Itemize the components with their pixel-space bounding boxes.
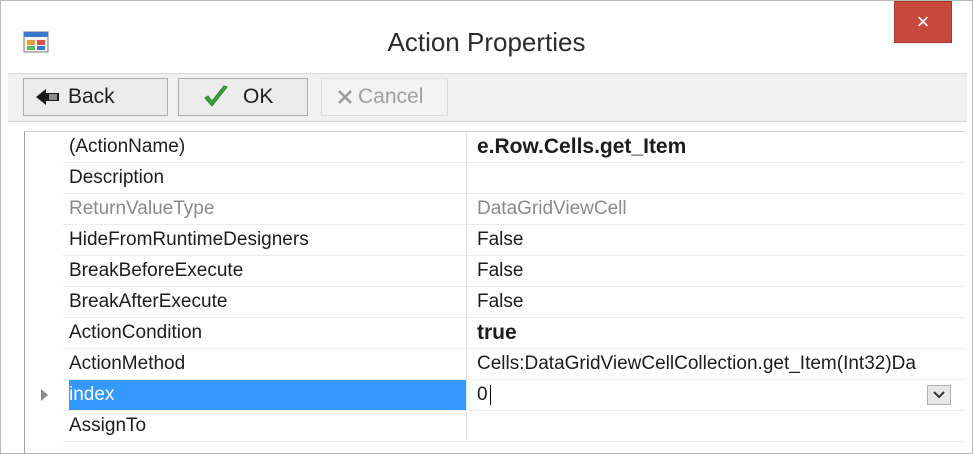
property-row-action-name[interactable]: (ActionName) e.Row.Cells.get_Item bbox=[25, 132, 965, 163]
property-value[interactable] bbox=[477, 411, 965, 441]
chevron-down-icon bbox=[933, 391, 945, 399]
property-row-return-value-type[interactable]: ReturnValueType DataGridViewCell bbox=[25, 194, 965, 225]
property-value[interactable]: False bbox=[477, 256, 965, 286]
property-row-description[interactable]: Description bbox=[25, 163, 965, 194]
property-name: ActionCondition bbox=[69, 318, 467, 348]
property-name: Description bbox=[69, 163, 467, 193]
ok-button[interactable]: OK bbox=[178, 78, 308, 116]
text-caret bbox=[489, 384, 491, 405]
property-value[interactable]: true bbox=[477, 318, 965, 348]
property-row-break-after-execute[interactable]: BreakAfterExecute False bbox=[25, 287, 965, 318]
property-row-action-condition[interactable]: ActionCondition true bbox=[25, 318, 965, 349]
property-name: BreakBeforeExecute bbox=[69, 256, 467, 286]
property-name: index bbox=[69, 380, 467, 410]
value-dropdown-button[interactable] bbox=[927, 385, 951, 405]
row-selector-arrow-icon bbox=[41, 389, 48, 401]
checkmark-icon bbox=[204, 85, 228, 107]
ok-button-label: OK bbox=[243, 85, 274, 108]
action-properties-window: Action Properties × Back OK Cancel (Acti… bbox=[0, 0, 973, 454]
property-value: 0 bbox=[477, 384, 488, 405]
window-title: Action Properties bbox=[387, 27, 586, 57]
row-header bbox=[25, 163, 63, 194]
property-row-break-before-execute[interactable]: BreakBeforeExecute False bbox=[25, 256, 965, 287]
x-icon bbox=[338, 90, 352, 104]
row-header bbox=[25, 132, 63, 163]
property-value[interactable]: False bbox=[477, 287, 965, 317]
property-grid: (ActionName) e.Row.Cells.get_Item Descri… bbox=[24, 131, 965, 453]
property-name: AssignTo bbox=[69, 411, 467, 441]
close-button[interactable]: × bbox=[894, 1, 952, 43]
toolbar: Back OK Cancel bbox=[8, 73, 967, 122]
property-value[interactable]: False bbox=[477, 225, 965, 255]
row-header bbox=[25, 256, 63, 287]
back-arrow-icon bbox=[36, 89, 59, 105]
row-header bbox=[25, 318, 63, 349]
property-name: ActionMethod bbox=[69, 349, 467, 379]
property-name: HideFromRuntimeDesigners bbox=[69, 225, 467, 255]
property-value: DataGridViewCell bbox=[477, 198, 627, 219]
property-value-editor[interactable]: 0 bbox=[477, 380, 965, 410]
row-header bbox=[25, 349, 63, 380]
property-value[interactable]: e.Row.Cells.get_Item bbox=[477, 132, 965, 162]
row-header bbox=[25, 380, 63, 411]
row-header bbox=[25, 287, 63, 318]
property-row-hide-from-runtime-designers[interactable]: HideFromRuntimeDesigners False bbox=[25, 225, 965, 256]
row-header bbox=[25, 411, 63, 442]
cancel-button-label: Cancel bbox=[358, 85, 424, 108]
property-name: ReturnValueType bbox=[69, 194, 467, 224]
property-row-action-method[interactable]: ActionMethod Cells:DataGridViewCellColle… bbox=[25, 349, 965, 380]
property-row-index[interactable]: index 0 bbox=[25, 380, 965, 411]
row-header bbox=[25, 194, 63, 225]
property-value[interactable] bbox=[477, 163, 965, 193]
back-button-label: Back bbox=[68, 85, 115, 108]
back-button[interactable]: Back bbox=[23, 78, 168, 116]
property-row-assign-to[interactable]: AssignTo bbox=[25, 411, 965, 442]
row-header bbox=[25, 225, 63, 256]
cancel-button[interactable]: Cancel bbox=[321, 78, 448, 116]
property-value[interactable]: Cells:DataGridViewCellCollection.get_Ite… bbox=[477, 349, 965, 379]
property-name: (ActionName) bbox=[69, 132, 467, 162]
property-name: BreakAfterExecute bbox=[69, 287, 467, 317]
